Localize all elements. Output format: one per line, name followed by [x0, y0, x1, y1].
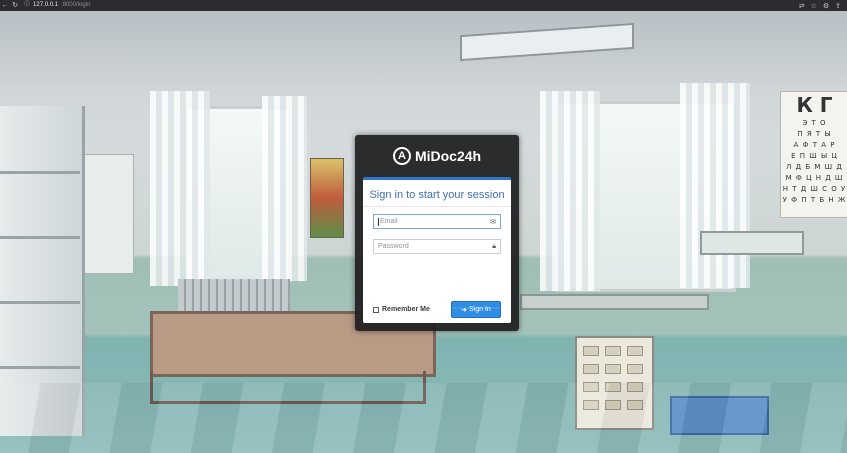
- login-title: Sign in to start your session: [369, 189, 505, 201]
- envelope-icon: ✉: [490, 219, 496, 226]
- brand-logo: A: [392, 147, 411, 165]
- star-icon[interactable]: ☆: [811, 2, 817, 10]
- translate-icon[interactable]: ⇄: [799, 2, 805, 10]
- xray-board: [82, 154, 134, 274]
- url-host: 127.0.0.1: [33, 2, 59, 8]
- eye-chart-row: К Г: [796, 93, 833, 117]
- email-field[interactable]: Email ✉: [373, 214, 501, 229]
- divider: [363, 206, 511, 207]
- eye-chart-row: А Ф Т А Р: [793, 141, 836, 149]
- floor: [0, 383, 847, 453]
- reload-icon[interactable]: ↻: [10, 0, 20, 11]
- login-footer: [363, 291, 511, 325]
- url-path: :8000/login: [61, 2, 91, 8]
- share-icon[interactable]: ⇪: [835, 2, 841, 10]
- eye-chart-row: Э Т О: [802, 119, 827, 127]
- lock-icon: 🔒︎: [492, 243, 496, 250]
- browser-toolbar: ← ↻ ⓘ 127.0.0.1:8000/login ⇄ ☆ ⚙ ⇪: [0, 0, 847, 11]
- desk: [520, 294, 709, 310]
- address-bar[interactable]: ⓘ 127.0.0.1:8000/login: [24, 1, 90, 10]
- text-caret: [378, 217, 379, 226]
- email-placeholder: Email: [380, 218, 398, 225]
- login-panel: A MiDoc24h Sign in to start your session…: [355, 135, 519, 331]
- curtain: [680, 83, 750, 288]
- extensions-icon[interactable]: ⚙: [823, 2, 829, 10]
- ceiling: [0, 11, 847, 91]
- eye-chart-row: Н Т Д Ш С О У: [782, 185, 847, 193]
- eye-chart-row: Е П Ш Ы Ц: [791, 152, 838, 160]
- info-icon[interactable]: ⓘ: [24, 1, 30, 10]
- eye-chart: К Г Э Т О П Я Т Ы А Ф Т А Р Е П Ш Ы Ц Л …: [780, 91, 847, 218]
- brand-name: MiDoc24h: [414, 148, 482, 164]
- eye-chart-row: П Я Т Ы: [797, 130, 832, 138]
- eye-chart-row: М Ф Ц Н Д Ш: [785, 174, 844, 182]
- infant-scale: [700, 231, 804, 255]
- wall-poster: [310, 158, 344, 238]
- curtain: [262, 96, 307, 281]
- password-field[interactable]: Password 🔒︎: [373, 239, 501, 254]
- arrow-left-icon[interactable]: ←: [0, 0, 10, 11]
- eye-chart-row: Л Д Б М Ш Д: [786, 163, 843, 171]
- brand: A MiDoc24h: [355, 145, 519, 167]
- curtain: [150, 91, 210, 286]
- curtain: [540, 91, 600, 291]
- password-placeholder: Password: [378, 243, 409, 250]
- eye-chart-row: У Ф П Т Б Н Ж: [782, 196, 847, 204]
